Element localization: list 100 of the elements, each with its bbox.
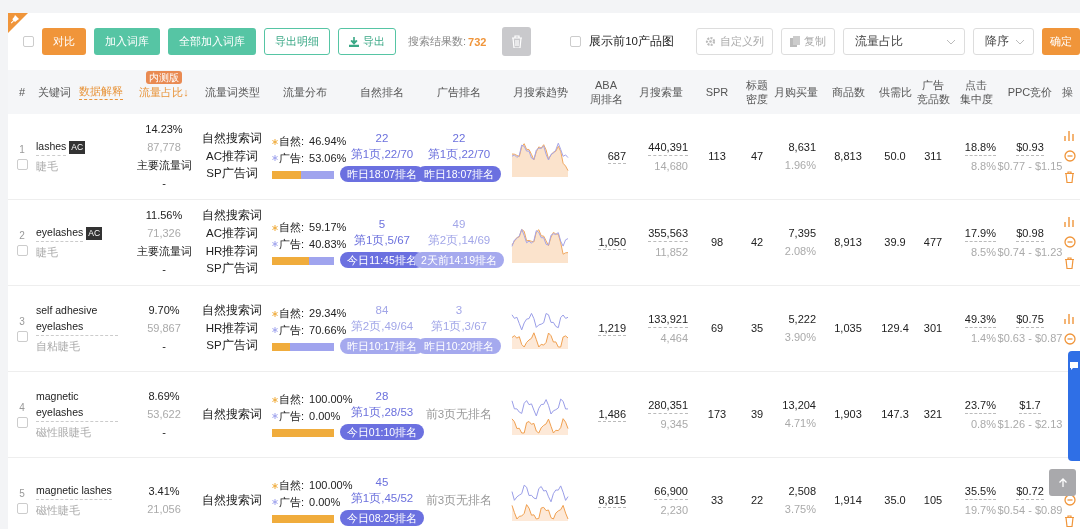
click-sub: 0.8% bbox=[970, 416, 996, 432]
supply-demand-ratio: 50.0 bbox=[884, 149, 906, 164]
toolbar-button[interactable]: 导出 bbox=[338, 28, 396, 55]
row-number: 5 bbox=[19, 486, 25, 501]
natural-share: 100.00% bbox=[309, 392, 353, 406]
traffic-count: 53,622 bbox=[147, 407, 181, 422]
keyword-type: AC推荐词 bbox=[206, 225, 258, 241]
rank-number: 3 bbox=[455, 302, 463, 318]
dash-text: - bbox=[162, 424, 166, 440]
click-concentration: 23.7% bbox=[964, 397, 996, 414]
purchase-rate: 2.08% bbox=[784, 244, 816, 259]
dash-text: - bbox=[162, 175, 166, 191]
sort-order-dropdown[interactable]: 降序 bbox=[973, 28, 1034, 55]
traffic-count: 71,326 bbox=[147, 226, 181, 241]
keyword-link[interactable]: self adhesive eyelashes bbox=[36, 303, 118, 336]
click-sub: 8.8% bbox=[970, 158, 996, 174]
purchase-rate: 3.90% bbox=[784, 330, 816, 345]
keyword-type: SP广告词 bbox=[206, 261, 258, 277]
row-number: 1 bbox=[19, 142, 25, 157]
keyword-type: 自然搜索词 bbox=[202, 406, 262, 422]
column-header: 月搜索趋势 bbox=[512, 84, 568, 100]
ad-share: 40.83% bbox=[309, 237, 347, 252]
checkbox-label: 展示前10产品图 bbox=[589, 34, 674, 49]
monthly-searches: 440,391 bbox=[648, 139, 688, 156]
data-explanation-link[interactable]: 数据解释 bbox=[79, 84, 123, 100]
monthly-searches: 66,900 bbox=[654, 483, 688, 500]
supply-demand-ratio: 39.9 bbox=[884, 235, 906, 250]
searches-sub: 11,852 bbox=[655, 244, 688, 260]
toolbar-button[interactable]: 导出明细 bbox=[264, 28, 330, 55]
confirm-button[interactable]: 确定 bbox=[1042, 28, 1080, 55]
column-header[interactable]: 流量占比↓ bbox=[139, 84, 189, 100]
keyword-link[interactable]: magnetic lashes bbox=[36, 483, 112, 500]
aba-rank: 8,815 bbox=[598, 492, 626, 509]
ad-label: 广告: bbox=[279, 409, 305, 424]
click-sub: 19.7% bbox=[964, 502, 996, 518]
ppc-bid: $0.75 bbox=[1016, 311, 1044, 328]
keyword-tag: 主要流量词 bbox=[136, 158, 192, 173]
title-density: 47 bbox=[750, 149, 764, 164]
sort-field-dropdown[interactable]: 流量占比 bbox=[843, 28, 965, 55]
column-header: 广告排名 bbox=[437, 84, 481, 100]
toolbar-button[interactable]: 全部加入词库 bbox=[168, 28, 256, 55]
natural-label: 自然: bbox=[279, 478, 305, 493]
keyword-type: HR推荐词 bbox=[205, 320, 259, 336]
dash-text: - bbox=[162, 261, 166, 277]
keyword-link[interactable]: magnetic eyelashes bbox=[36, 389, 118, 422]
product-count: 1,035 bbox=[834, 321, 862, 336]
keyword-translation: 睫毛 bbox=[36, 244, 58, 260]
column-header: 广告 bbox=[922, 77, 944, 92]
click-concentration: 17.9% bbox=[964, 225, 996, 242]
natural-share: 100.00% bbox=[309, 478, 353, 492]
keyword-type: HR推荐词 bbox=[205, 243, 259, 259]
ad-share: 53.06% bbox=[309, 151, 347, 166]
keyword-type: 自然搜索词 bbox=[202, 492, 262, 508]
monthly-purchases: 8,631 bbox=[788, 140, 816, 155]
ppc-range: $0.54 - $0.89 bbox=[997, 502, 1063, 518]
spr-value: 69 bbox=[710, 321, 724, 336]
ppc-bid: $0.98 bbox=[1016, 225, 1044, 242]
column-header: 操 bbox=[1062, 84, 1073, 100]
rank-number: 45 bbox=[375, 474, 389, 490]
monthly-searches: 133,921 bbox=[648, 311, 688, 328]
column-header: 供需比 bbox=[878, 84, 912, 100]
spr-value: 173 bbox=[707, 407, 727, 422]
natural-share: 59.17% bbox=[309, 220, 347, 235]
column-header: 周排名 bbox=[589, 92, 623, 107]
copy-button[interactable]: 复制 bbox=[781, 28, 835, 55]
keyword-link[interactable]: lashes bbox=[36, 139, 67, 156]
spr-value: 113 bbox=[708, 149, 726, 164]
row-number: 2 bbox=[19, 228, 25, 243]
product-count: 1,914 bbox=[834, 493, 862, 508]
column-header: 关键词 bbox=[38, 84, 71, 100]
rank-page: 第1页,28/53 bbox=[350, 405, 414, 421]
ad-product-count: 311 bbox=[924, 149, 942, 164]
custom-columns-button[interactable]: 自定义列 bbox=[696, 28, 773, 55]
natural-label: 自然: bbox=[279, 306, 305, 321]
aba-rank: 687 bbox=[607, 148, 626, 165]
ppc-range: $0.63 - $0.87 bbox=[997, 330, 1063, 346]
no-rank-text: 前3页无排名 bbox=[425, 406, 493, 422]
natural-share: 29.34% bbox=[309, 306, 347, 321]
traffic-share: 9.70% bbox=[148, 303, 180, 319]
rank-number: 28 bbox=[375, 388, 389, 404]
ppc-range: $0.74 - $1.23 bbox=[997, 244, 1063, 260]
searches-sub: 2,230 bbox=[660, 502, 688, 518]
keyword-type: SP广告词 bbox=[206, 166, 258, 182]
toolbar-button[interactable]: 对比 bbox=[42, 28, 86, 55]
purchase-rate: 1.96% bbox=[784, 158, 816, 173]
traffic-count: 21,056 bbox=[147, 502, 181, 517]
column-header: 集中度 bbox=[959, 92, 993, 107]
row-number: 3 bbox=[19, 314, 25, 329]
rank-page: 第1页,45/52 bbox=[350, 491, 414, 507]
rank-number: 22 bbox=[452, 130, 466, 146]
column-header: 密度 bbox=[746, 92, 768, 107]
column-header: 月搜索量 bbox=[639, 84, 683, 100]
toolbar-button[interactable]: 加入词库 bbox=[94, 28, 160, 55]
traffic-count: 87,778 bbox=[147, 140, 181, 155]
keyword-link[interactable]: eyelashes bbox=[36, 225, 84, 242]
column-header: ABA bbox=[595, 77, 617, 92]
ad-product-count: 301 bbox=[923, 321, 943, 336]
aba-rank: 1,486 bbox=[598, 406, 626, 423]
column-header: 竞品数 bbox=[916, 92, 950, 107]
natural-label: 自然: bbox=[279, 134, 305, 149]
